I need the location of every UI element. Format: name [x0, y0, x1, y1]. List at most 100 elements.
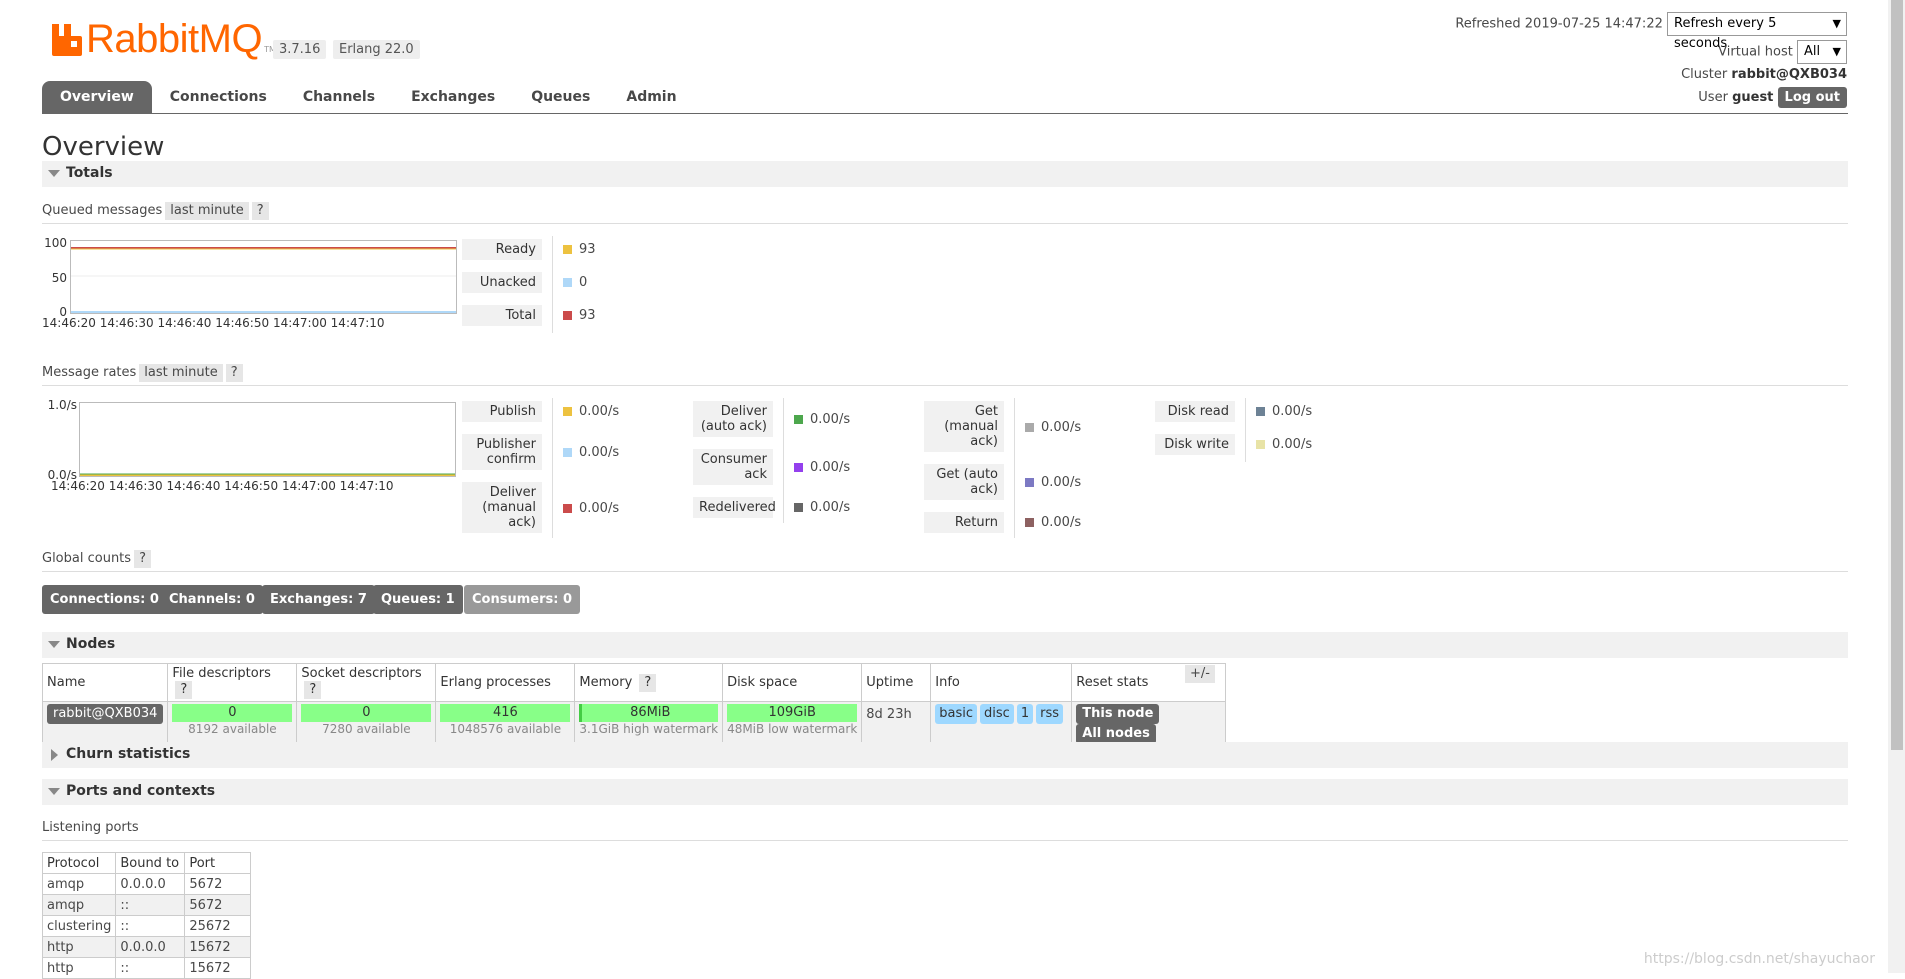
x-tick: 14:46:40	[166, 479, 221, 493]
listening-ports-subheader: Listening ports	[42, 820, 1848, 841]
rate-label-get-auto: Get (auto ack)	[924, 464, 1004, 500]
rate-label-publisher-confirm: Publisher confirm	[462, 434, 542, 470]
fd-bar: 0	[172, 704, 293, 722]
rates-period-toggle[interactable]: last minute	[139, 364, 223, 382]
rate-get-manual: 0.00/s	[1025, 420, 1081, 435]
x-tick: 14:46:30	[108, 479, 163, 493]
node-name-cell: rabbit@QXB034	[41, 701, 169, 747]
vhost-select[interactable]: All ▼	[1797, 40, 1847, 64]
tab-queues[interactable]: Queues	[513, 81, 608, 113]
rate-value: 0.00/s	[579, 404, 620, 419]
help-button[interactable]: ?	[639, 673, 657, 692]
col-disk-space: Disk space	[722, 663, 863, 702]
queues-count-button[interactable]: Queues: 1	[373, 585, 463, 614]
memory-bar: 86MiB	[579, 704, 719, 722]
info-cell: basic disc 1 rss	[930, 701, 1073, 747]
memory-cell: 86MiB 3.1GiB high watermark	[574, 701, 724, 747]
ep-available: 1048576 available	[449, 722, 562, 736]
tab-admin[interactable]: Admin	[608, 81, 694, 113]
vhost-label: Virtual host	[1718, 44, 1793, 60]
table-row[interactable]: rabbit@QXB034 0 8192 available 0 7280 avai…	[41, 701, 1227, 747]
consumers-count-button[interactable]: Consumers: 0	[464, 585, 581, 614]
scrollbar-thumb[interactable]	[1891, 0, 1903, 750]
help-button[interactable]: ?	[304, 681, 322, 699]
tab-connections[interactable]: Connections	[152, 81, 285, 113]
user-name: guest	[1732, 90, 1774, 105]
legend-swatch	[563, 245, 572, 254]
channels-count-button[interactable]: Channels: 0	[161, 585, 263, 614]
legend-swatch	[1025, 423, 1034, 432]
x-ticks: 14:46:20 14:46:30 14:46:40 14:46:50 14:4…	[51, 479, 394, 493]
y-tick: 1.0/s	[47, 398, 77, 412]
rate-return: 0.00/s	[1025, 515, 1081, 530]
stat-value: 0	[579, 275, 588, 290]
tab-overview[interactable]: Overview	[42, 81, 152, 113]
help-button[interactable]: ?	[225, 364, 243, 382]
connections-count-button[interactable]: Connections: 0	[42, 585, 167, 614]
rabbitmq-logo[interactable]: RabbitMQ TM	[50, 18, 276, 60]
totals-title: Totals	[66, 165, 113, 181]
col-bound-to: Bound to	[115, 852, 186, 874]
reset-all-nodes-button[interactable]: All nodes	[1076, 724, 1156, 744]
x-tick: 14:46:20	[42, 316, 96, 330]
ep-bar: 416	[440, 704, 571, 722]
legend-swatch	[1025, 518, 1034, 527]
rate-value: 0.00/s	[810, 500, 851, 515]
port-cell: 15672	[184, 957, 252, 979]
x-tick: 14:46:50	[224, 479, 279, 493]
queued-period-toggle[interactable]: last minute	[165, 202, 249, 220]
vhost-area: Virtual host All ▼	[1718, 40, 1847, 64]
y-tick: 50	[51, 271, 67, 285]
ep-cell: 416 1048576 available	[435, 701, 576, 747]
rate-deliver-auto: 0.00/s	[794, 412, 850, 427]
rate-value: 0.00/s	[1041, 515, 1082, 530]
info-tag-basic: basic	[935, 704, 978, 724]
rates-plot	[79, 402, 456, 477]
refresh-select[interactable]: Refresh every 5 seconds ▼	[1667, 12, 1847, 51]
columns-toggle-button[interactable]: +/-	[1185, 665, 1215, 683]
legend-swatch	[1025, 478, 1034, 487]
user-area: User guest Log out	[1698, 87, 1847, 108]
rate-value: 0.00/s	[579, 445, 620, 460]
col-label: File descriptors	[172, 666, 271, 681]
rates-label: Message rates	[42, 365, 137, 380]
rate-deliver-manual: 0.00/s	[563, 501, 619, 516]
rate-value: 0.00/s	[579, 501, 620, 516]
reset-this-node-button[interactable]: This node	[1076, 704, 1160, 724]
totals-section-header[interactable]: Totals	[42, 161, 1848, 187]
help-button[interactable]: ?	[134, 550, 151, 568]
uptime-cell: 8d 23h	[861, 701, 932, 747]
col-label: Socket descriptors	[301, 666, 422, 681]
rate-value: 0.00/s	[1272, 404, 1313, 419]
cluster-area: Cluster rabbit@QXB034	[1681, 67, 1847, 82]
tab-channels[interactable]: Channels	[285, 81, 393, 113]
stat-unacked: 0	[563, 275, 587, 290]
queued-messages-subheader: Queued messages last minute?	[42, 202, 1848, 224]
help-button[interactable]: ?	[251, 202, 269, 220]
legend-swatch	[1256, 440, 1265, 449]
x-tick: 14:47:10	[330, 316, 385, 330]
collapse-triangle-icon	[48, 170, 60, 177]
collapse-triangle-icon	[48, 788, 60, 795]
chevron-down-icon: ▼	[1832, 45, 1841, 58]
col-erlang-processes: Erlang processes	[435, 663, 576, 702]
x-tick: 14:46:40	[157, 316, 212, 330]
x-tick: 14:46:20	[51, 479, 105, 493]
rate-label-return: Return	[924, 512, 1004, 533]
exchanges-count-button[interactable]: Exchanges: 7	[262, 585, 375, 614]
help-button[interactable]: ?	[175, 681, 193, 699]
stat-label-ready: Ready	[462, 239, 542, 260]
protocol-cell: http	[41, 936, 117, 958]
logout-button[interactable]: Log out	[1777, 87, 1847, 108]
tab-exchanges[interactable]: Exchanges	[393, 81, 513, 113]
churn-section-header[interactable]: Churn statistics	[42, 742, 1848, 768]
node-name-link[interactable]: rabbit@QXB034	[47, 704, 164, 724]
disk-cell: 109GiB 48MiB low watermark	[722, 701, 863, 747]
legend-swatch	[794, 503, 803, 512]
rate-disk-write: 0.00/s	[1256, 437, 1312, 452]
nodes-section-header[interactable]: Nodes	[42, 632, 1848, 658]
port-cell: 15672	[184, 936, 252, 958]
ports-section-header[interactable]: Ports and contexts	[42, 779, 1848, 805]
port-cell: 5672	[184, 894, 252, 916]
table-header-row: Name File descriptors ? Socket descripto…	[41, 663, 1227, 702]
